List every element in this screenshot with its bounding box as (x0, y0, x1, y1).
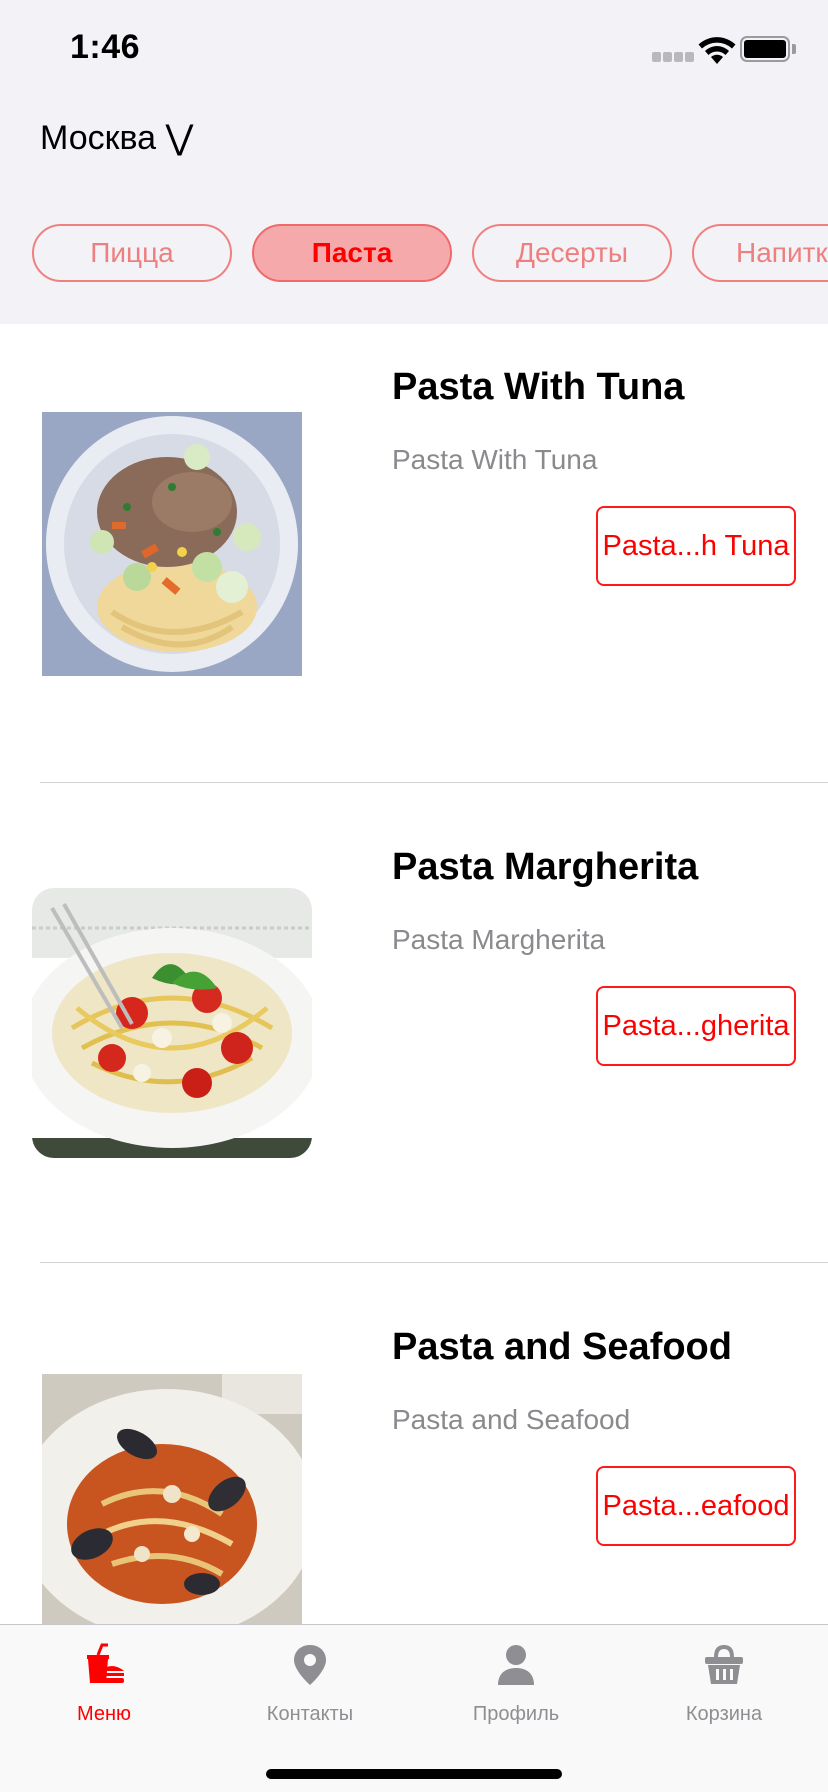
wifi-icon (698, 37, 736, 64)
tab-label: Корзина (685, 1703, 763, 1725)
item-title: Pasta Margherita (392, 846, 699, 888)
item-title: Pasta and Seafood (392, 1326, 732, 1368)
tab-profile[interactable]: Профиль (416, 1643, 616, 1733)
fastfood-icon (87, 1643, 124, 1683)
pasta-with-tuna-photo (42, 412, 302, 676)
category-chip-drinks[interactable]: Напитки (692, 224, 828, 282)
status-time: 1:46 (70, 28, 141, 66)
category-chip-pizza[interactable]: Пицца (32, 224, 232, 282)
map-pin-icon (294, 1645, 326, 1685)
battery-icon (740, 36, 796, 62)
list-item[interactable]: Pasta and Seafood Pasta and Seafood Past… (0, 1284, 828, 1624)
tab-menu[interactable]: Меню (4, 1643, 204, 1733)
separator (40, 1262, 828, 1263)
tab-cart[interactable]: Корзина (624, 1643, 824, 1733)
category-tabs: Пицца Паста Десерты Напитки (0, 222, 828, 284)
user-icon (498, 1645, 534, 1685)
list-item[interactable]: Pasta Margherita Pasta Margherita Pasta.… (0, 804, 828, 1284)
menu-list[interactable]: Pasta With Tuna Pasta With Tuna Pasta...… (0, 324, 828, 1624)
item-subtitle: Pasta Margherita (392, 924, 606, 955)
separator (40, 782, 828, 783)
category-chip-desserts[interactable]: Десерты (472, 224, 672, 282)
city-selector[interactable]: Москва ⋁ (40, 118, 193, 158)
status-bar: 1:46 (0, 0, 828, 100)
tab-label: Контакты (266, 1703, 354, 1725)
pasta-and-seafood-photo (42, 1374, 302, 1624)
item-subtitle: Pasta With Tuna (392, 444, 598, 475)
item-subtitle: Pasta and Seafood (392, 1404, 631, 1435)
tab-label: Меню (76, 1703, 132, 1725)
header-area: 1:46 Москва ⋁ Пицца Паста Десерты Напитк… (0, 0, 828, 324)
pasta-margherita-photo (32, 888, 312, 1158)
list-item[interactable]: Pasta With Tuna Pasta With Tuna Pasta...… (0, 324, 828, 804)
tab-label: Профиль (472, 1703, 560, 1725)
add-to-cart-button[interactable]: Pasta...gherita (596, 986, 796, 1066)
tab-bar: Меню Контакты Профиль Корзина (0, 1624, 828, 1792)
item-title: Pasta With Tuna (392, 366, 685, 408)
add-to-cart-button[interactable]: Pasta...h Tuna (596, 506, 796, 586)
tab-contacts[interactable]: Контакты (210, 1643, 410, 1733)
add-to-cart-button[interactable]: Pasta...eafood (596, 1466, 796, 1546)
category-chip-pasta[interactable]: Паста (252, 224, 452, 282)
basket-icon (705, 1644, 743, 1684)
home-indicator[interactable] (266, 1769, 562, 1779)
